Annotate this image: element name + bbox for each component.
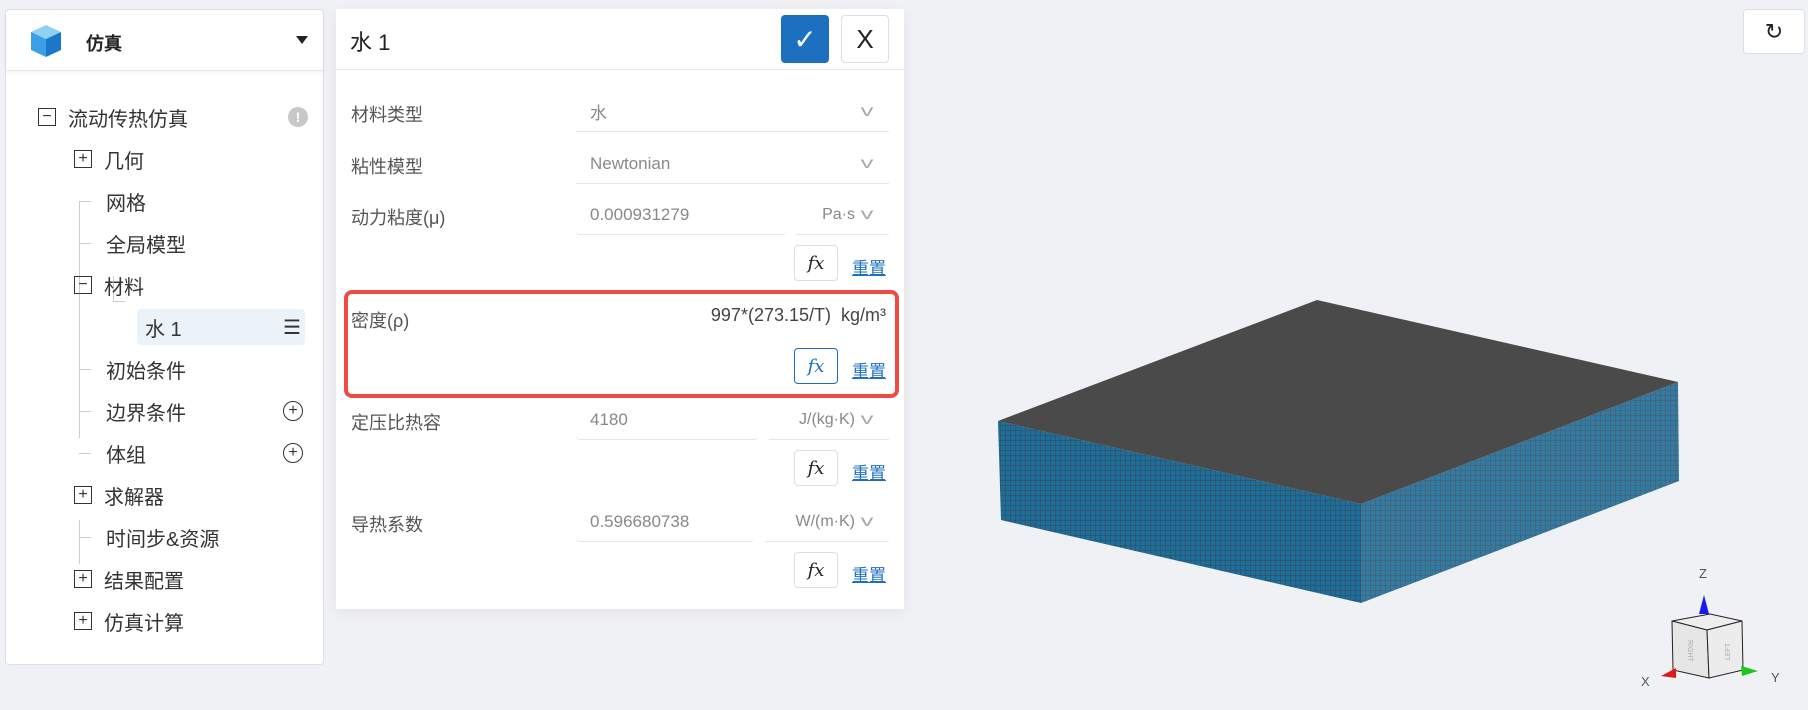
- y-axis-label: Y: [1771, 670, 1780, 685]
- 3d-viewport[interactable]: RIGHT LEFT Z X Y: [0, 0, 1808, 710]
- gizmo-face-left: LEFT: [1725, 642, 1732, 660]
- z-axis-label: Z: [1699, 566, 1707, 581]
- gizmo-face-right: RIGHT: [1686, 640, 1693, 663]
- z-axis-arrow: [1699, 595, 1709, 614]
- x-axis-label: X: [1641, 674, 1650, 689]
- x-axis-arrow: [1661, 668, 1676, 678]
- axis-gizmo: RIGHT LEFT Z X Y: [1641, 566, 1780, 689]
- y-axis-arrow: [1741, 666, 1758, 676]
